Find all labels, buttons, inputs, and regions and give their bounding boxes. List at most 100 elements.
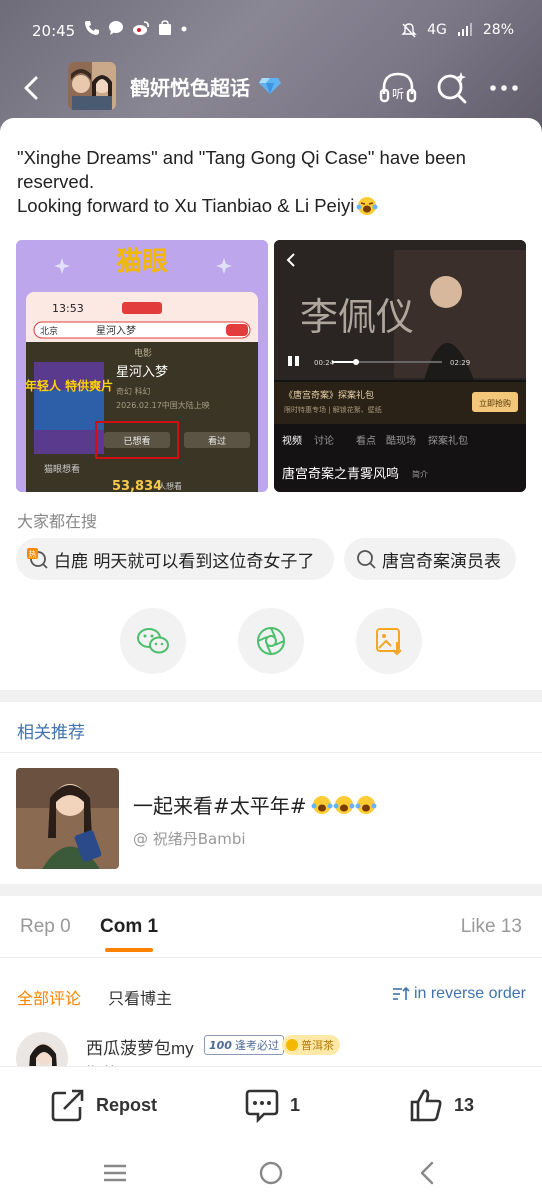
- sort-icon: [392, 986, 410, 1000]
- section-divider: [0, 690, 542, 702]
- sort-order-button[interactable]: in reverse order: [392, 985, 526, 1003]
- hot-search-icon: 热: [27, 548, 48, 569]
- svg-text:限时特惠专场 | 解锁花絮、壁纸: 限时特惠专场 | 解锁花絮、壁纸: [284, 405, 382, 414]
- svg-text:猫眼想看: 猫眼想看: [44, 463, 80, 475]
- share-wechat-button[interactable]: [120, 608, 186, 674]
- repost-label: Repost: [96, 1094, 158, 1115]
- svg-text:星河入梦: 星河入梦: [116, 365, 168, 380]
- share-moments-button[interactable]: [238, 608, 304, 674]
- tab-comments[interactable]: Com 1: [100, 916, 158, 938]
- topic-avatar[interactable]: [68, 62, 116, 110]
- post-text-line2: Looking forward to Xu Tianbiao & Li Peiy…: [17, 195, 355, 216]
- svg-text:讨论: 讨论: [314, 434, 334, 447]
- headphones-icon: 听: [379, 72, 417, 103]
- emoji-group: [311, 794, 377, 816]
- status-notification-icons: [84, 20, 188, 36]
- svg-text:酷现场: 酷现场: [386, 434, 416, 447]
- diamond-badge-icon: [259, 78, 281, 94]
- system-back-icon[interactable]: [414, 1158, 444, 1188]
- mute-icon: [401, 23, 417, 38]
- trending-chip[interactable]: 热 白鹿 明天就可以看到这位奇女子了: [16, 538, 334, 580]
- svg-text:李佩仪: 李佩仪: [300, 295, 414, 339]
- svg-text:02:29: 02:29: [450, 359, 470, 367]
- svg-text:奇幻 科幻: 奇幻 科幻: [116, 386, 151, 396]
- more-button[interactable]: [484, 68, 524, 108]
- search-button[interactable]: [432, 68, 472, 108]
- svg-text:年轻人 特供爽片: 年轻人 特供爽片: [25, 378, 113, 393]
- trending-chip-label: 唐宫奇案演员表: [382, 551, 501, 572]
- excited-face-emoji-icon: [333, 795, 355, 814]
- bag-icon: [159, 20, 171, 35]
- repost-icon: [51, 1089, 84, 1122]
- divider: [0, 957, 542, 958]
- trending-chip[interactable]: 唐宫奇案演员表: [344, 538, 516, 580]
- svg-text:唐宫奇案之青雾风鸣: 唐宫奇案之青雾风鸣: [282, 466, 399, 482]
- post-image-maoyan[interactable]: 猫眼 13:53 北京 星河入梦 电影 年轻人 特供爽片 星河入梦 奇幻 科幻 …: [16, 240, 268, 492]
- post-image-video[interactable]: 李佩仪 00:24 02:29 《唐宫奇案》探案礼包 限时特惠专场 | 解锁花絮…: [274, 240, 526, 492]
- interaction-tabs: Rep 0 Com 1 Like 13: [0, 908, 542, 958]
- back-arrow-icon: [24, 76, 38, 100]
- commenter-name[interactable]: 西瓜菠萝包my: [86, 1034, 194, 1059]
- wechat-icon: [137, 628, 169, 654]
- svg-text:看过: 看过: [208, 435, 226, 447]
- svg-text:《唐宫奇案》探案礼包: 《唐宫奇案》探案礼包: [284, 389, 374, 401]
- tea-badge: 普洱茶: [282, 1035, 340, 1055]
- excited-face-emoji-icon: [311, 795, 333, 814]
- like-button[interactable]: 13: [408, 1087, 474, 1123]
- post-text-line2-wrap: Looking forward to Xu Tianbiao & Li Peiy…: [17, 194, 527, 218]
- listen-button[interactable]: 听: [378, 68, 418, 108]
- divider: [0, 752, 542, 753]
- svg-text:电影: 电影: [134, 347, 152, 359]
- comment-button[interactable]: 1: [244, 1087, 300, 1123]
- related-thumbnail[interactable]: [16, 768, 119, 869]
- filter-all-comments[interactable]: 全部评论: [17, 985, 81, 1009]
- save-image-button[interactable]: [356, 608, 422, 674]
- repost-button[interactable]: Repost: [50, 1087, 157, 1123]
- comment-icon: [245, 1089, 279, 1123]
- back-button[interactable]: [14, 66, 54, 106]
- thumbs-up-icon: [410, 1089, 442, 1122]
- tea-badge-label: 普洱茶: [301, 1039, 334, 1052]
- search-icon: [437, 72, 467, 104]
- battery-level: 28%: [482, 22, 514, 38]
- svg-text:53,834: 53,834: [112, 479, 162, 492]
- svg-text:星河入梦: 星河入梦: [96, 325, 136, 337]
- related-title: 相关推荐: [17, 723, 85, 743]
- svg-text:13:53: 13:53: [52, 302, 84, 315]
- sort-order-label: in reverse order: [413, 985, 526, 1002]
- svg-text:热: 热: [29, 549, 37, 559]
- top-nav-bar: 鹤妍悦色超话 听: [0, 58, 542, 114]
- tab-likes[interactable]: Like 13: [461, 916, 522, 938]
- weibo-icon: [133, 21, 149, 35]
- recent-apps-icon[interactable]: [100, 1158, 130, 1188]
- chat-bubble-icon: [109, 21, 123, 35]
- svg-text:人想看: 人想看: [158, 481, 182, 491]
- filter-blogger-only[interactable]: 只看博主: [108, 985, 172, 1009]
- svg-text:简介: 简介: [412, 469, 428, 479]
- search-icon: [357, 550, 376, 569]
- comment-count: 1: [290, 1094, 301, 1115]
- badge-level-icon: [286, 1039, 298, 1051]
- related-item-author[interactable]: @ 祝绪丹Bambi: [133, 828, 246, 849]
- topic-title: 鹤妍悦色超话: [130, 76, 250, 100]
- badge-hundred-icon: 100: [209, 1038, 232, 1052]
- svg-text:听: 听: [392, 87, 404, 101]
- network-type: 4G: [427, 22, 447, 38]
- excited-face-emoji-icon: [356, 197, 378, 215]
- signal-icon: [457, 23, 472, 36]
- status-system-icons: 4G 28%: [401, 22, 514, 38]
- maoyan-logo-text: 猫眼: [116, 247, 168, 277]
- related-item-title-text: 一起来看#太平年#: [133, 794, 307, 818]
- related-item-title[interactable]: 一起来看#太平年#: [133, 790, 377, 819]
- system-nav-bar: [0, 1144, 542, 1200]
- post-text-line1: "Xinghe Dreams" and "Tang Gong Qi Case" …: [17, 147, 466, 192]
- svg-text:立即抢购: 立即抢购: [479, 398, 511, 408]
- svg-text:视频: 视频: [282, 434, 302, 447]
- dot-icon: [181, 26, 187, 32]
- excited-face-emoji-icon: [355, 795, 377, 814]
- tab-reposts[interactable]: Rep 0: [20, 916, 71, 938]
- status-bar: 20:45 4G 28%: [0, 0, 542, 64]
- home-icon[interactable]: [256, 1158, 286, 1188]
- svg-text:探案礼包: 探案礼包: [428, 434, 468, 447]
- active-tab-indicator: [105, 948, 153, 952]
